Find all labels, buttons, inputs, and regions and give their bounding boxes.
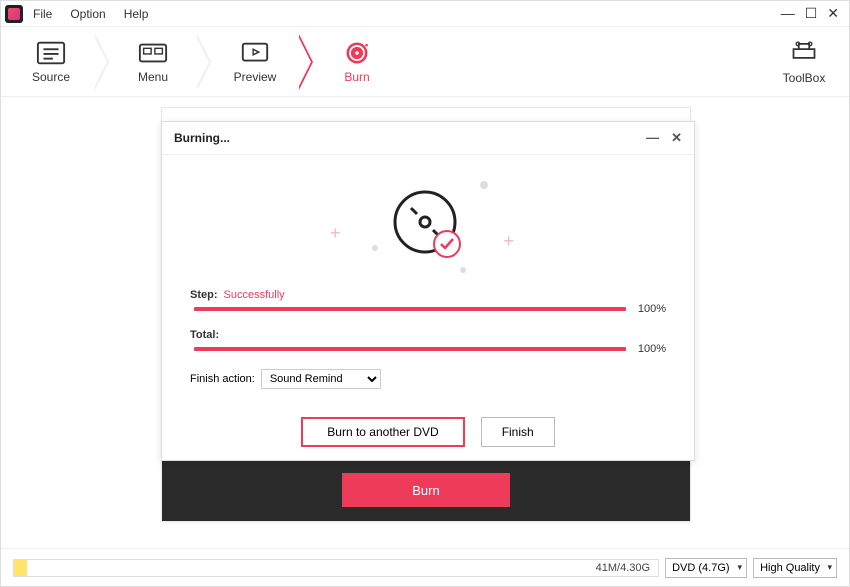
step-burn-label: Burn <box>344 70 369 84</box>
step-label: Step: <box>190 289 218 301</box>
finish-button[interactable]: Finish <box>481 417 555 447</box>
app-logo-icon <box>5 5 23 23</box>
toolbox-icon <box>790 38 818 67</box>
dialog-close-icon[interactable]: ✕ <box>671 130 682 146</box>
menu-file[interactable]: File <box>33 7 52 21</box>
total-progress: Total: 100% <box>190 329 666 355</box>
titlebar: File Option Help — ☐ ✕ <box>1 1 849 27</box>
burn-icon <box>342 40 372 66</box>
burn-button[interactable]: Burn <box>342 473 510 507</box>
disc-type-select[interactable]: DVD (4.7G) <box>665 558 747 578</box>
step-source[interactable]: Source <box>11 40 91 84</box>
main-menu: File Option Help <box>33 7 148 21</box>
dialog-minimize-icon[interactable]: — <box>646 130 659 146</box>
quality-select[interactable]: High Quality <box>753 558 837 578</box>
card-footer: Burn <box>162 459 690 521</box>
step-menu-label: Menu <box>138 70 168 84</box>
step-progress-bar <box>194 307 626 311</box>
dot-icon <box>460 267 466 273</box>
step-progress: Step: Successfully 100% <box>190 289 666 315</box>
menu-icon <box>138 40 168 66</box>
minimize-icon[interactable]: — <box>781 5 795 22</box>
disc-icon <box>389 186 467 264</box>
finish-action-label: Finish action: <box>190 373 255 385</box>
plus-icon: + <box>330 223 341 244</box>
dot-icon <box>480 181 488 189</box>
total-progress-bar <box>194 347 626 351</box>
menu-option[interactable]: Option <box>70 7 105 21</box>
step-toolbar: Source Menu Preview Burn ToolBox <box>1 27 849 97</box>
source-icon <box>36 40 66 66</box>
window-controls: — ☐ ✕ <box>781 5 845 22</box>
dialog-buttons: Burn to another DVD Finish <box>190 417 666 447</box>
size-usage-text: 41M/4.30G <box>596 562 650 574</box>
dialog-titlebar: Burning... — ✕ <box>162 122 694 155</box>
toolbox-label: ToolBox <box>783 71 826 85</box>
total-percent: 100% <box>638 343 666 355</box>
close-icon[interactable]: ✕ <box>827 5 839 22</box>
step-status: Successfully <box>224 289 285 301</box>
step-source-label: Source <box>32 70 70 84</box>
menu-help[interactable]: Help <box>124 7 149 21</box>
chevron-active-icon <box>299 34 313 90</box>
status-bar: 41M/4.30G DVD (4.7G) High Quality <box>1 548 849 586</box>
plus-icon: + <box>503 231 514 252</box>
toolbox-button[interactable]: ToolBox <box>769 38 839 85</box>
dialog-body: + + Step: Successfully <box>162 155 694 459</box>
step-preview-label: Preview <box>234 70 277 84</box>
step-burn[interactable]: Burn <box>317 40 397 84</box>
finish-action-select[interactable]: Sound Remind <box>261 369 381 389</box>
dialog-title-text: Burning... <box>174 131 230 145</box>
total-label: Total: <box>190 329 219 341</box>
main-area: Burn Burning... — ✕ + <box>1 97 849 546</box>
finish-action-row: Finish action: Sound Remind <box>190 369 666 389</box>
dot-icon <box>372 245 378 251</box>
burning-dialog: Burning... — ✕ + + <box>161 121 695 461</box>
chevron-icon <box>197 34 211 90</box>
chevron-icon <box>95 34 109 90</box>
disc-graphic: + + <box>190 175 666 275</box>
step-percent: 100% <box>638 303 666 315</box>
step-preview[interactable]: Preview <box>215 40 295 84</box>
burn-another-button[interactable]: Burn to another DVD <box>301 417 464 447</box>
maximize-icon[interactable]: ☐ <box>805 5 818 22</box>
step-menu[interactable]: Menu <box>113 40 193 84</box>
preview-icon <box>240 40 270 66</box>
size-usage-bar: 41M/4.30G <box>13 559 659 577</box>
